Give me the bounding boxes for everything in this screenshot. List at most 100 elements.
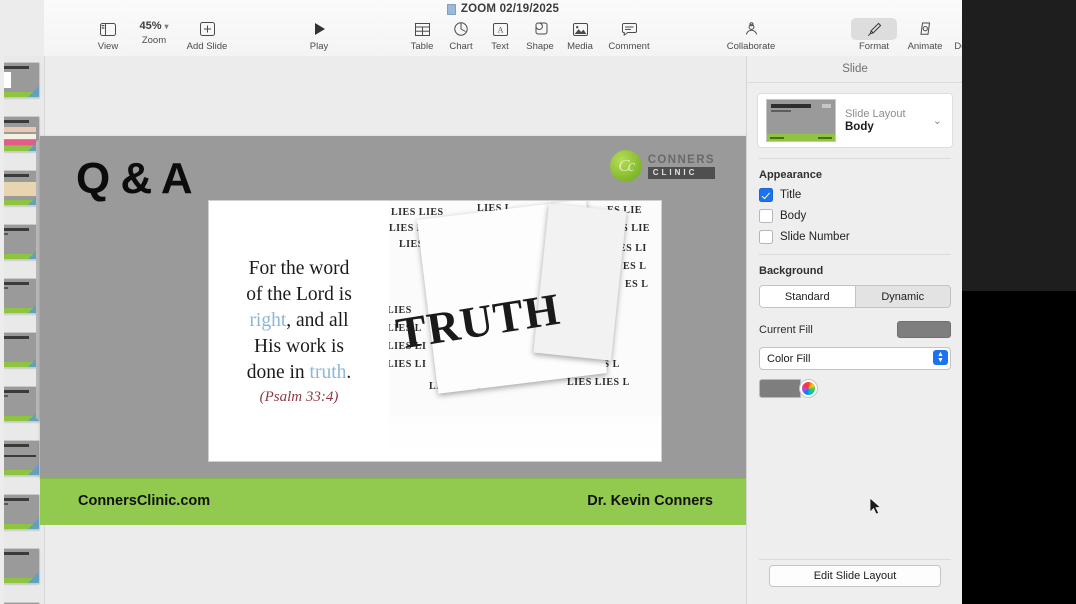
checkbox-slide-number[interactable] (759, 230, 773, 244)
background-segmented-control[interactable]: Standard Dynamic (759, 285, 951, 308)
inspector-header: Slide (747, 56, 962, 83)
appearance-option-body[interactable]: Body (759, 209, 962, 223)
media-photo-icon (572, 20, 588, 38)
navigator-thumbnail[interactable] (4, 440, 40, 476)
table-icon (414, 20, 430, 38)
thumb-title-bar (4, 390, 29, 393)
svg-text:A: A (497, 25, 503, 34)
verse-reference: (Psalm 33:4) (259, 389, 339, 405)
slide-canvas[interactable]: Q & A Cc CONNERS CLINIC For the word of … (40, 56, 751, 604)
navigator-thumbnail[interactable] (4, 386, 40, 422)
comment-label: Comment (608, 41, 650, 52)
play-button[interactable]: Play (292, 20, 346, 52)
logo-circle-icon: Cc (609, 150, 642, 182)
divider (759, 559, 951, 560)
document-title-bar: ZOOM 02/19/2025 (44, 3, 962, 15)
sidebar-icon (100, 20, 116, 38)
zoom-value-wrap: 45% ▾ (139, 20, 168, 32)
verse-line: For the word (248, 258, 350, 279)
screen: ZOOM 02/19/2025 View 45% ▾ Zoom Add Slid… (0, 0, 1076, 604)
chevron-down-icon[interactable]: ⌄ (933, 114, 944, 127)
divider (759, 254, 951, 255)
document-title: ZOOM 02/19/2025 (460, 3, 560, 15)
slide-navigator[interactable] (4, 56, 45, 604)
add-slide-button[interactable]: Add Slide (180, 20, 234, 52)
lies-text: LIES LIES L (567, 377, 630, 388)
appearance-option-slide-number[interactable]: Slide Number (759, 230, 962, 244)
media-button[interactable]: Media (553, 20, 607, 52)
zoom-control[interactable]: 45% ▾ Zoom (127, 20, 181, 46)
divider (759, 158, 951, 159)
slide-layout-card[interactable]: Slide Layout Body ⌄ (757, 93, 953, 148)
thumb-title-bar (4, 282, 29, 285)
fill-color-swatch[interactable] (759, 379, 801, 398)
current-slide[interactable]: Q & A Cc CONNERS CLINIC For the word of … (40, 136, 751, 525)
fill-color-row[interactable] (759, 379, 951, 398)
color-wheel-icon[interactable] (800, 380, 817, 397)
mouse-cursor (869, 497, 883, 516)
format-inspector: Slide Slide Layout Body ⌄ Appearance Tit… (746, 56, 962, 604)
thumb-marker-icon (28, 518, 39, 529)
navigator-thumbnail[interactable] (4, 62, 40, 98)
footer-website[interactable]: ConnersClinic.com (78, 493, 210, 509)
slide-footer-bar: ConnersClinic.com Dr. Kevin Conners (40, 478, 751, 525)
thumb-title-bar (4, 66, 29, 69)
scripture-text: For the word of the Lord is right, and a… (209, 201, 389, 461)
thumb-band (4, 455, 36, 457)
navigator-thumbnail[interactable] (4, 170, 40, 206)
thumb-image (4, 72, 11, 88)
navigator-thumbnail[interactable] (4, 494, 40, 530)
document-icon (446, 3, 456, 15)
play-label: Play (309, 41, 329, 52)
animate-label: Animate (907, 41, 943, 52)
toolbar: ZOOM 02/19/2025 View 45% ▾ Zoom Add Slid… (44, 0, 962, 57)
appearance-section-title: Appearance (759, 169, 822, 181)
verse-line-truth: done in truth. (246, 362, 352, 383)
stepper-icon[interactable]: ▲ ▼ (933, 350, 948, 365)
checkbox-title[interactable] (759, 188, 773, 202)
thumb-title-bar (4, 174, 29, 177)
thumb-sub-bar (4, 395, 8, 397)
view-label: View (97, 41, 119, 52)
segment-dynamic[interactable]: Dynamic (856, 286, 951, 307)
navigator-thumbnail[interactable] (4, 278, 40, 314)
navigator-thumbnail[interactable] (4, 224, 40, 260)
slide-title[interactable]: Q & A (76, 154, 193, 204)
thumb-marker-icon (28, 464, 39, 475)
keynote-window: ZOOM 02/19/2025 View 45% ▾ Zoom Add Slid… (0, 0, 962, 604)
slide-body: Q & A Cc CONNERS CLINIC For the word of … (40, 136, 751, 478)
current-fill-swatch[interactable] (897, 321, 951, 338)
comment-icon (621, 20, 637, 38)
zoom-label: Zoom (141, 35, 167, 46)
chevron-down-icon: ▾ (164, 21, 169, 31)
animate-button[interactable]: Animate (898, 20, 952, 52)
animate-diamond-icon (917, 20, 934, 38)
slide-picture[interactable]: For the word of the Lord is right, and a… (208, 200, 662, 462)
footer-presenter[interactable]: Dr. Kevin Conners (587, 493, 713, 509)
navigator-thumbnail[interactable] (4, 332, 40, 368)
thumb-footer-left (770, 137, 784, 139)
desktop-backdrop-top (960, 0, 1076, 291)
edit-slide-layout-button[interactable]: Edit Slide Layout (769, 565, 941, 587)
navigator-thumbnail[interactable] (4, 116, 40, 152)
thumb-marker-icon (28, 572, 39, 583)
document-button[interactable]: Document (949, 20, 962, 52)
checkbox-title-label: Title (780, 189, 802, 201)
segment-standard[interactable]: Standard (760, 286, 855, 307)
logo-wordmark: CONNERS CLINIC (647, 154, 715, 179)
appearance-option-title[interactable]: Title (759, 188, 962, 202)
zoom-value: 45% (139, 20, 162, 32)
thumb-title-bar (4, 552, 29, 555)
current-fill-row: Current Fill (759, 321, 951, 338)
format-button[interactable]: Format (847, 20, 901, 52)
navigator-thumbnail[interactable] (4, 548, 40, 584)
fill-type-select[interactable]: Color Fill ▲ ▼ (759, 347, 951, 370)
thumb-sub-bar (4, 503, 8, 505)
shape-label: Shape (526, 41, 554, 52)
collaborate-button[interactable]: Collaborate (724, 20, 778, 52)
checkbox-body[interactable] (759, 209, 773, 223)
document-label: Document (954, 41, 962, 52)
comment-button[interactable]: Comment (602, 20, 656, 52)
verse-highlight-right: right (249, 310, 287, 331)
current-fill-label: Current Fill (759, 323, 813, 336)
